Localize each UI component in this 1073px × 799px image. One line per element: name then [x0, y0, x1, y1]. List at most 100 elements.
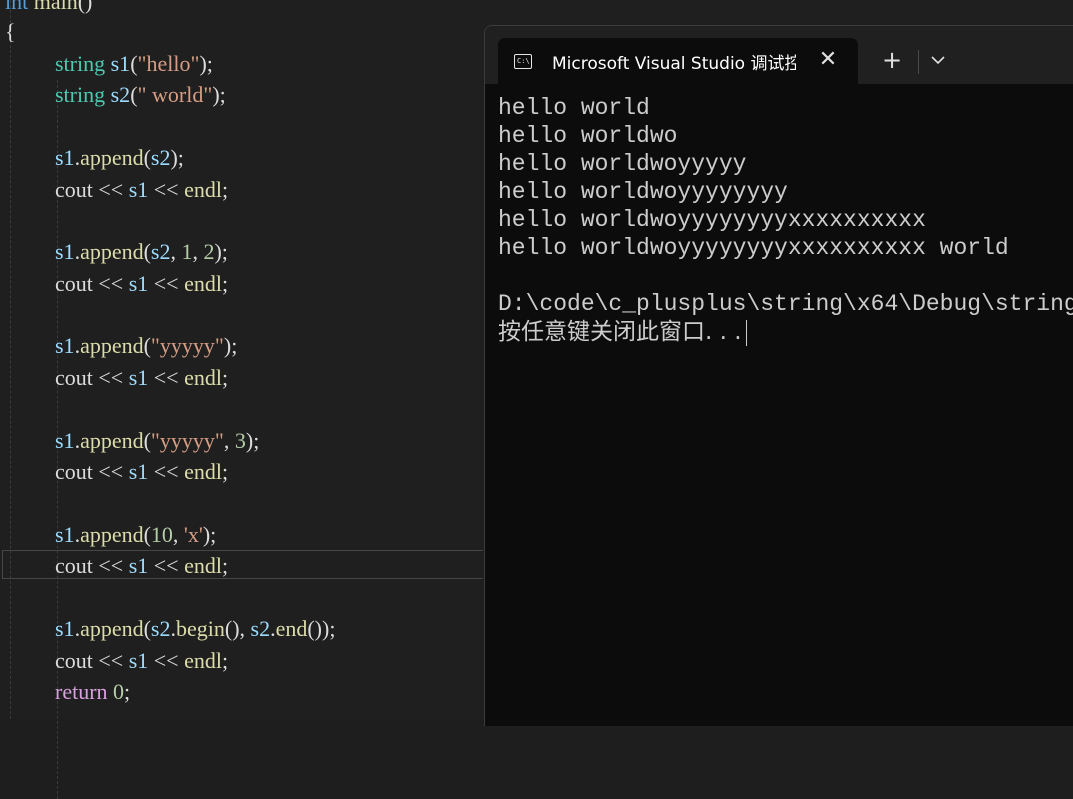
code-token: main: [33, 0, 78, 14]
code-token: s2: [110, 82, 131, 107]
code-token: s2: [150, 145, 171, 170]
code-token: endl: [184, 459, 222, 484]
code-line[interactable]: s1.append("yyyyy", 3);: [55, 425, 259, 456]
code-token: );: [223, 333, 238, 358]
console-prompt: 按任意键关闭此窗口. . .: [498, 319, 742, 345]
console-prompt-line: 按任意键关闭此窗口. . .: [498, 318, 1073, 346]
code-token: endl: [184, 271, 222, 296]
close-tab-button[interactable]: ✕: [816, 46, 840, 74]
terminal-icon: C:\: [514, 54, 532, 69]
code-token: endl: [184, 648, 222, 673]
code-line[interactable]: {: [5, 16, 16, 47]
code-token: return: [55, 679, 108, 704]
code-token: <<: [148, 553, 185, 578]
code-token: string: [55, 51, 106, 76]
code-token: (: [143, 333, 151, 358]
code-token: s1: [128, 177, 149, 202]
code-line[interactable]: cout << s1 << endl;: [55, 550, 228, 581]
code-token: append: [80, 239, 144, 264]
code-token: ;: [221, 365, 229, 390]
code-token: (: [143, 145, 151, 170]
console-output-line: hello worldwoyyyyyyyyxxxxxxxxxx: [498, 207, 926, 233]
code-token: cout <<: [55, 365, 129, 390]
code-token: endl: [184, 177, 222, 202]
code-token: append: [80, 522, 144, 547]
code-token: ());: [307, 616, 336, 641]
console-output: hello world hello worldwo hello worldwoyyy…: [498, 94, 1073, 346]
code-token: "yyyyy": [150, 333, 224, 358]
debug-console-window[interactable]: C:\ Microsoft Visual Studio 调试控制台 ✕ + he…: [484, 25, 1073, 726]
code-token: cout <<: [55, 459, 129, 484]
code-token: ;: [124, 679, 131, 704]
code-line[interactable]: s1.append(s2.begin(), s2.end());: [55, 613, 335, 644]
code-token: );: [202, 522, 217, 547]
code-token: cout <<: [55, 648, 129, 673]
console-tab[interactable]: C:\ Microsoft Visual Studio 调试控制台 ✕: [498, 38, 858, 84]
code-token: " world": [137, 82, 213, 107]
code-token: ,: [192, 239, 204, 264]
code-token: cout <<: [55, 553, 129, 578]
code-token: ;: [221, 459, 229, 484]
code-token: 2: [203, 239, 215, 264]
code-token: (: [143, 239, 151, 264]
terminal-icon-text: C:\: [517, 57, 530, 65]
code-token: append: [80, 333, 144, 358]
code-token: <<: [148, 648, 185, 673]
code-token: );: [199, 51, 213, 76]
code-token: {: [5, 19, 16, 44]
code-token: ;: [221, 648, 229, 673]
chevron-down-icon: [931, 56, 945, 65]
code-line[interactable]: s1.append(s2);: [55, 142, 184, 173]
code-line[interactable]: cout << s1 << endl;: [55, 174, 228, 205]
code-token: );: [214, 239, 228, 264]
code-token: s2: [150, 239, 171, 264]
code-token: (: [143, 616, 151, 641]
new-tab-button[interactable]: +: [880, 45, 904, 75]
code-token: s1: [110, 51, 131, 76]
code-token: endl: [184, 365, 222, 390]
code-token: int: [5, 0, 29, 14]
code-line[interactable]: return 0;: [55, 676, 130, 707]
code-line[interactable]: cout << s1 << endl;: [55, 268, 228, 299]
code-token: (: [130, 82, 138, 107]
code-token: <<: [148, 177, 185, 202]
code-token: append: [80, 616, 144, 641]
tab-dropdown-button[interactable]: [927, 47, 951, 75]
code-line[interactable]: string s2(" world");: [55, 79, 226, 110]
code-token: );: [170, 145, 184, 170]
code-token: s1: [128, 553, 149, 578]
code-token: <<: [148, 271, 185, 296]
code-line[interactable]: cout << s1 << endl;: [55, 456, 228, 487]
code-token: 0: [113, 679, 125, 704]
code-token: s1: [128, 459, 149, 484]
code-line[interactable]: string s1("hello");: [55, 48, 213, 79]
indent-guide: [10, 0, 11, 719]
code-line[interactable]: int main(): [5, 0, 92, 17]
code-token: cout <<: [55, 177, 129, 202]
code-line[interactable]: s1.append(s2, 1, 2);: [55, 236, 228, 267]
console-titlebar[interactable]: C:\ Microsoft Visual Studio 调试控制台 ✕ +: [485, 26, 1073, 84]
console-tab-title: Microsoft Visual Studio 调试控制台: [552, 54, 796, 74]
code-token: 'x': [183, 522, 203, 547]
code-token: s2: [150, 616, 171, 641]
code-token: (: [130, 51, 138, 76]
code-token: ;: [221, 271, 229, 296]
code-token: begin: [175, 616, 225, 641]
code-token: s1: [55, 522, 75, 547]
code-token: 10: [150, 522, 173, 547]
code-token: s2: [250, 616, 271, 641]
code-line[interactable]: s1.append("yyyyy");: [55, 330, 237, 361]
code-token: s1: [55, 428, 75, 453]
code-line[interactable]: cout << s1 << endl;: [55, 645, 228, 676]
code-token: );: [212, 82, 226, 107]
text-cursor: [745, 319, 747, 346]
code-line[interactable]: cout << s1 << endl;: [55, 362, 228, 393]
code-token: (: [143, 428, 151, 453]
code-token: endl: [184, 553, 222, 578]
code-token: (: [143, 522, 151, 547]
code-line[interactable]: s1.append(10, 'x');: [55, 519, 216, 550]
console-output-line: D:\code\c_plusplus\string\x64\Debug\stri…: [498, 291, 1073, 317]
code-token: ;: [221, 177, 229, 202]
code-token: append: [80, 428, 144, 453]
